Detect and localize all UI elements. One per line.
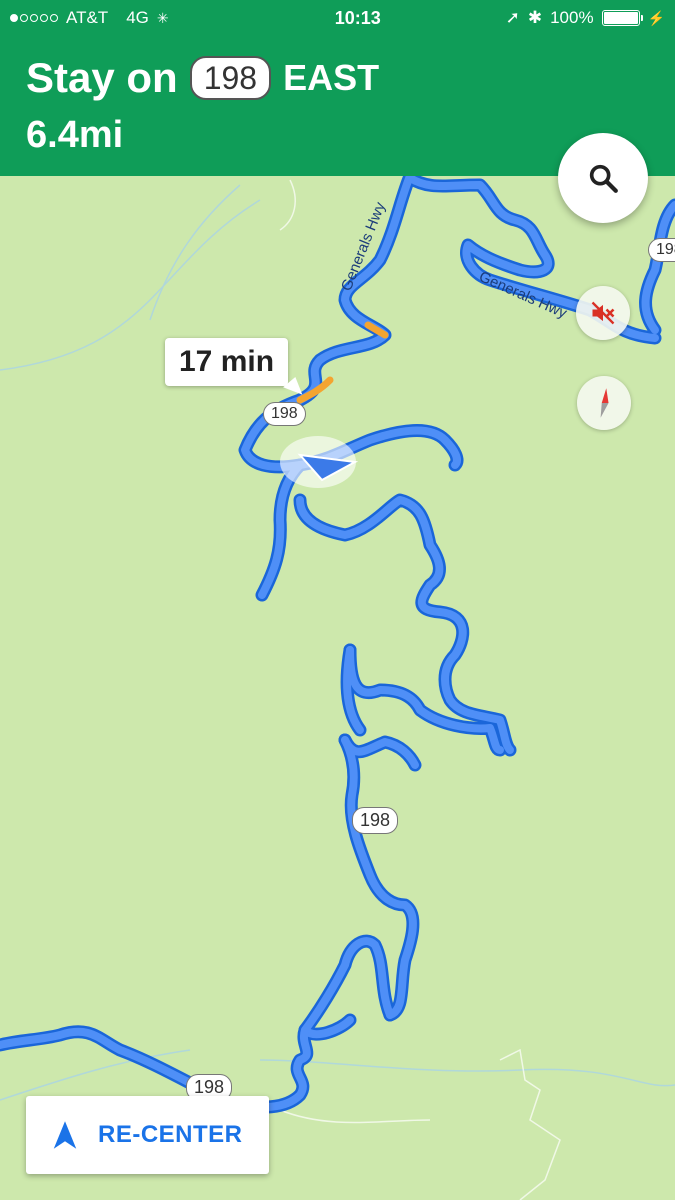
status-bar: AT&T 4G ✳ 10:13 ➚ ✱ 100% ⚡ [0, 0, 675, 36]
carrier-name: AT&T [66, 8, 109, 27]
recenter-label: RE-CENTER [98, 1121, 243, 1148]
battery-icon [601, 10, 643, 26]
road-shield: 198 [352, 807, 399, 834]
charging-icon: ⚡ [647, 9, 665, 26]
current-location-marker [280, 436, 359, 488]
direction-text: EAST [283, 57, 380, 98]
clock: 10:13 [334, 7, 381, 28]
network-type: 4G [126, 8, 149, 27]
activity-spinner-icon: ✳ [156, 9, 169, 26]
compass-icon [600, 388, 609, 418]
battery-percent: 100% [550, 8, 594, 27]
volume-off-icon [591, 301, 615, 325]
mute-button[interactable] [576, 286, 630, 340]
compass-button[interactable] [577, 376, 631, 430]
instruction-text: Stay on [26, 54, 178, 101]
signal-strength [10, 14, 58, 22]
eta-bubble: 17 min [165, 338, 289, 386]
route-shield: 198 [189, 56, 272, 100]
bluetooth-icon: ✱ [527, 8, 543, 27]
road-shield: 198 [263, 402, 306, 426]
location-arrow-icon: ➚ [505, 8, 520, 27]
road-shield: 198 [648, 238, 675, 262]
navigation-arrow-icon [53, 1121, 77, 1149]
search-button[interactable] [558, 133, 648, 223]
search-icon [589, 164, 618, 193]
distance-remaining: 6.4mi [26, 114, 124, 156]
recenter-button[interactable]: RE-CENTER [26, 1096, 269, 1174]
